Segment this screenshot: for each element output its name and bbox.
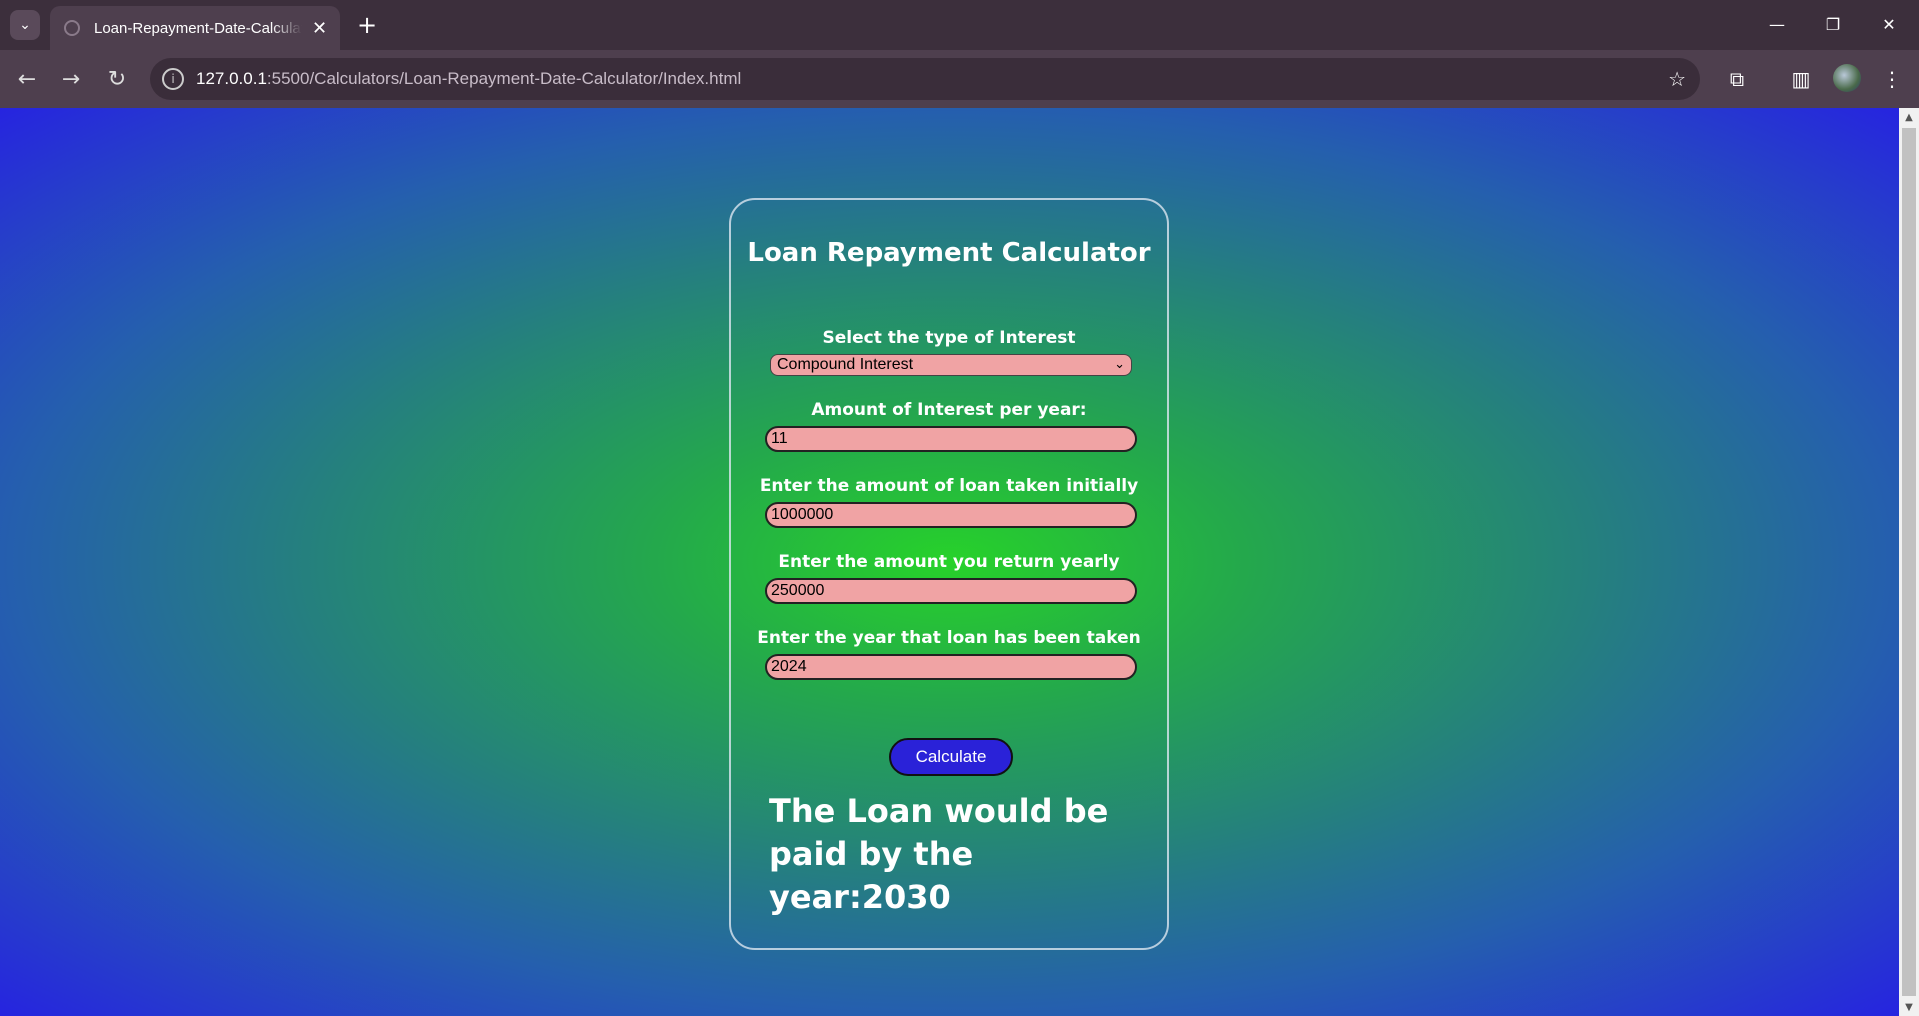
arrow-left-icon: ← [17,66,37,92]
chevron-down-icon: ⌄ [1114,356,1125,371]
profile-avatar[interactable] [1833,64,1861,92]
page-title: Loan Repayment Calculator [747,238,1151,268]
interest-rate-label: Amount of Interest per year: [811,400,1087,420]
close-icon[interactable]: ✕ [312,18,327,39]
plus-icon: + [356,11,378,39]
forward-button[interactable]: → [56,64,86,94]
interest-rate-input[interactable] [765,426,1137,452]
menu-kebab-icon[interactable]: ⋮ [1877,64,1907,94]
scrollbar-thumb[interactable] [1902,128,1916,996]
minimize-button[interactable]: — [1754,8,1800,40]
new-tab-button[interactable]: + [352,10,382,40]
restore-button[interactable]: ❐ [1810,8,1856,40]
browser-toolbar: ← → ↻ i 127.0.0.1:5500/Calculators/Loan-… [0,50,1919,108]
page-viewport: Loan Repayment Calculator Select the typ… [0,108,1899,1016]
loan-amount-input[interactable] [765,502,1137,528]
scroll-up-icon[interactable]: ▲ [1899,108,1919,126]
result-text: The Loan would be paid by the year:2030 [769,792,1109,916]
tab-bar: ⌄ Loan-Repayment-Date-Calculator ✕ + — ❐… [0,0,1919,50]
loan-amount-label: Enter the amount of loan taken initially [759,476,1139,496]
chevron-down-icon: ⌄ [19,17,31,33]
tab-title: Loan-Repayment-Date-Calculator [94,19,302,37]
vertical-scrollbar[interactable]: ▲ ▼ [1899,108,1919,1016]
restore-icon: ❐ [1825,14,1841,34]
interest-type-value: Compound Interest [777,356,914,373]
arrow-right-icon: → [61,66,81,92]
yearly-return-input[interactable] [765,578,1137,604]
site-info-icon[interactable]: i [162,68,184,90]
back-button[interactable]: ← [12,64,42,94]
yearly-return-label: Enter the amount you return yearly [778,552,1120,572]
tab-search-button[interactable]: ⌄ [10,10,40,40]
side-panel-icon[interactable]: ▥ [1786,64,1816,94]
url-path: :5500/Calculators/Loan-Repayment-Date-Ca… [266,69,742,88]
minimize-icon: — [1769,14,1785,34]
start-year-input[interactable] [765,654,1137,680]
close-icon: ✕ [1882,14,1896,34]
address-bar[interactable]: i 127.0.0.1:5500/Calculators/Loan-Repaym… [150,58,1700,100]
scroll-down-icon[interactable]: ▼ [1899,998,1919,1016]
calculator-card: Loan Repayment Calculator Select the typ… [729,198,1169,950]
bookmark-star-icon[interactable]: ☆ [1668,67,1686,91]
reload-icon: ↻ [107,66,127,92]
window-close-button[interactable]: ✕ [1866,8,1912,40]
url-text: 127.0.0.1:5500/Calculators/Loan-Repaymen… [196,69,741,89]
calculate-button[interactable]: Calculate [889,738,1013,776]
url-host: 127.0.0.1 [196,69,267,88]
reload-button[interactable]: ↻ [102,64,132,94]
interest-type-label: Select the type of Interest [822,328,1076,348]
active-tab[interactable]: Loan-Repayment-Date-Calculator ✕ [50,6,340,50]
start-year-label: Enter the year that loan has been taken [757,628,1141,648]
extensions-icon[interactable]: ⧉ [1722,64,1752,94]
interest-type-select[interactable]: Compound Interest ⌄ [770,354,1132,376]
globe-icon [64,20,80,36]
